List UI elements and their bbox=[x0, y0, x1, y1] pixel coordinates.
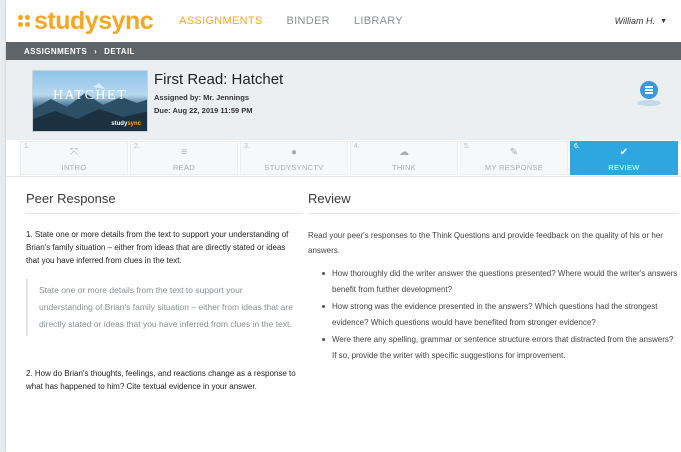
list-item: Were there any spelling, grammar or sent… bbox=[322, 332, 678, 363]
list-item: How thoroughly did the writer answer the… bbox=[322, 266, 678, 297]
peer-response-title: Peer Response bbox=[26, 177, 302, 214]
review-panel: Review Read your peer's responses to the… bbox=[308, 177, 678, 393]
list-item: How strong was the evidence presented in… bbox=[322, 299, 678, 330]
assignment-title: First Read: Hatchet bbox=[154, 71, 284, 88]
user-name: William H. bbox=[614, 16, 656, 26]
caret-down-icon: ▼ bbox=[660, 17, 667, 25]
tab-read[interactable]: 2. ≡ READ bbox=[130, 141, 238, 175]
question-2: 2. How do Brian's thoughts, feelings, an… bbox=[26, 369, 296, 391]
chevron-right-icon: › bbox=[94, 46, 98, 56]
cover-brand: studysync bbox=[111, 121, 141, 127]
breadcrumb-assignments[interactable]: ASSIGNMENTS bbox=[24, 47, 87, 56]
studysync-logo[interactable]: studysync bbox=[18, 6, 154, 36]
user-menu[interactable]: William H. ▼ bbox=[615, 16, 667, 26]
play-icon: ● bbox=[290, 147, 298, 158]
expand-icon: ⤧ bbox=[70, 147, 78, 158]
hatchet-cover-image: HATCHET studysync bbox=[32, 70, 148, 132]
tab-studysynctv[interactable]: 3. ● STUDYSYNCTV bbox=[240, 141, 348, 175]
due-date: Due: Aug 22, 2019 11:59 PM bbox=[154, 106, 253, 115]
breadcrumb-detail: DETAIL bbox=[104, 46, 135, 56]
review-criteria: How thoroughly did the writer answer the… bbox=[308, 266, 678, 363]
logo-dots-icon bbox=[18, 15, 30, 27]
assignment-header: HATCHET studysync First Read: Hatchet As… bbox=[6, 60, 681, 140]
review-intro: Read your peer's responses to the Think … bbox=[308, 231, 663, 255]
hamburger-icon bbox=[645, 86, 653, 88]
list-icon: ≡ bbox=[181, 147, 187, 158]
tab-my-response[interactable]: 5. ✎ MY RESPONSE bbox=[460, 141, 568, 175]
check-icon: ✔ bbox=[619, 147, 629, 158]
logo-wordmark: studysync bbox=[34, 6, 154, 35]
pencil-icon: ✎ bbox=[509, 147, 519, 158]
menu-button[interactable] bbox=[640, 81, 658, 99]
assignment-info: First Read: Hatchet Assigned by: Mr. Jen… bbox=[154, 70, 283, 140]
step-tabs: 1. ⤧ INTRO 2. ≡ READ 3. ● STUDYSYNCTV 4.… bbox=[6, 141, 681, 177]
assigned-by: Assigned by: Mr. Jennings bbox=[154, 93, 250, 102]
top-nav: studysync ASSIGNMENTS BINDER LIBRARY Wil… bbox=[6, 0, 681, 42]
review-title: Review bbox=[308, 177, 678, 214]
main-nav: ASSIGNMENTS BINDER LIBRARY bbox=[179, 15, 427, 27]
cloud-icon: ☁ bbox=[399, 147, 409, 158]
tab-review[interactable]: 6. ✔ REVIEW bbox=[570, 141, 678, 175]
cover-title: HATCHET bbox=[52, 88, 128, 103]
breadcrumb: ASSIGNMENTS › DETAIL bbox=[6, 42, 681, 60]
nav-library[interactable]: LIBRARY bbox=[354, 15, 403, 27]
main-content: Peer Response 1. State one or more detai… bbox=[6, 177, 681, 393]
nav-assignments[interactable]: ASSIGNMENTS bbox=[179, 15, 262, 27]
tab-think[interactable]: 4. ☁ THINK bbox=[350, 141, 458, 175]
question-1: 1. State one or more details from the te… bbox=[26, 230, 289, 265]
app-window: studysync ASSIGNMENTS BINDER LIBRARY Wil… bbox=[6, 0, 681, 452]
answer-1[interactable]: State one or more details from the text … bbox=[26, 279, 296, 336]
tab-intro[interactable]: 1. ⤧ INTRO bbox=[20, 141, 128, 175]
peer-response-panel: Peer Response 1. State one or more detai… bbox=[26, 177, 302, 393]
nav-binder[interactable]: BINDER bbox=[287, 15, 330, 27]
